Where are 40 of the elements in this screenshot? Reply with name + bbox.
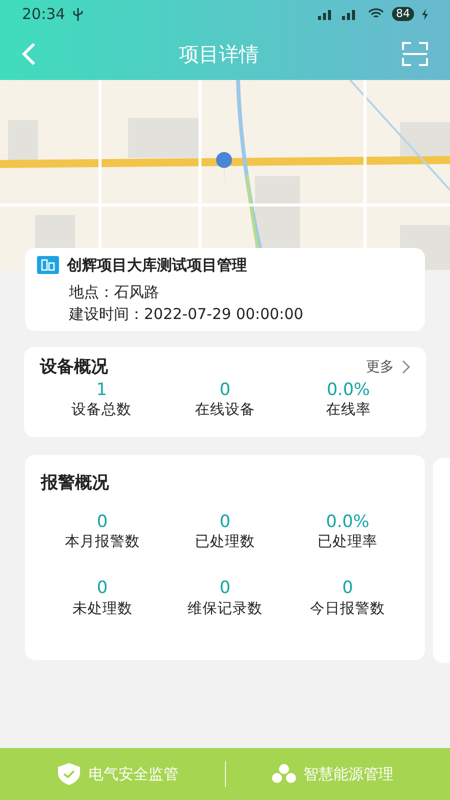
charging-icon: [422, 8, 428, 20]
shield-check-icon: [56, 763, 80, 785]
stat-value: 0: [96, 512, 109, 532]
nav-button[interactable]: 智慧能源管理: [272, 762, 394, 786]
more-link[interactable]: 更多: [366, 356, 410, 378]
leaf-cluster-icon: [272, 763, 296, 785]
usb-icon: [73, 8, 84, 20]
location-value: 石风路: [114, 282, 159, 302]
stat-label: 已处理数: [194, 533, 256, 552]
stat-label: 在线率: [324, 400, 372, 420]
project-name: 创辉项目大库测试项目管理: [67, 255, 247, 276]
stat-label: 未处理数: [71, 600, 134, 619]
stat-value: 0: [341, 578, 354, 599]
location-label: 地点：: [69, 282, 114, 302]
stat-label: 已处理率: [316, 532, 379, 552]
stat-value: 0.0%: [325, 512, 370, 532]
stat-value: 0.0%: [326, 380, 371, 400]
clock-time: 20:34: [22, 4, 66, 25]
building-icon: [37, 256, 59, 274]
stat-value: 0: [218, 578, 232, 599]
stat-label: 设备总数: [70, 401, 133, 420]
nav-button[interactable]: 电气安全监管: [56, 762, 178, 786]
time-label: 建设时间：: [69, 304, 144, 325]
section-title: 设备概况: [40, 356, 108, 378]
stat-value: 0: [218, 380, 232, 400]
stat-value: 0: [218, 512, 232, 532]
time-value: 2022-07-29 00:00:00: [144, 304, 304, 325]
battery-level: 84: [392, 7, 414, 21]
chevron-right-icon: [402, 360, 410, 374]
back-icon[interactable]: [22, 42, 36, 66]
scan-icon[interactable]: [402, 42, 428, 66]
stat-label: 今日报警数: [309, 600, 386, 619]
stat-label: 在线设备: [194, 401, 256, 420]
page-title: 项目详情: [179, 41, 259, 68]
stat-label: 维保记录数: [186, 600, 264, 619]
section-title: 报警概况: [41, 472, 110, 494]
stat-label: 本月报警数: [64, 533, 141, 552]
stat-value: 0: [96, 578, 109, 599]
wifi-icon: [368, 8, 384, 20]
stat-value: 1: [95, 380, 108, 400]
